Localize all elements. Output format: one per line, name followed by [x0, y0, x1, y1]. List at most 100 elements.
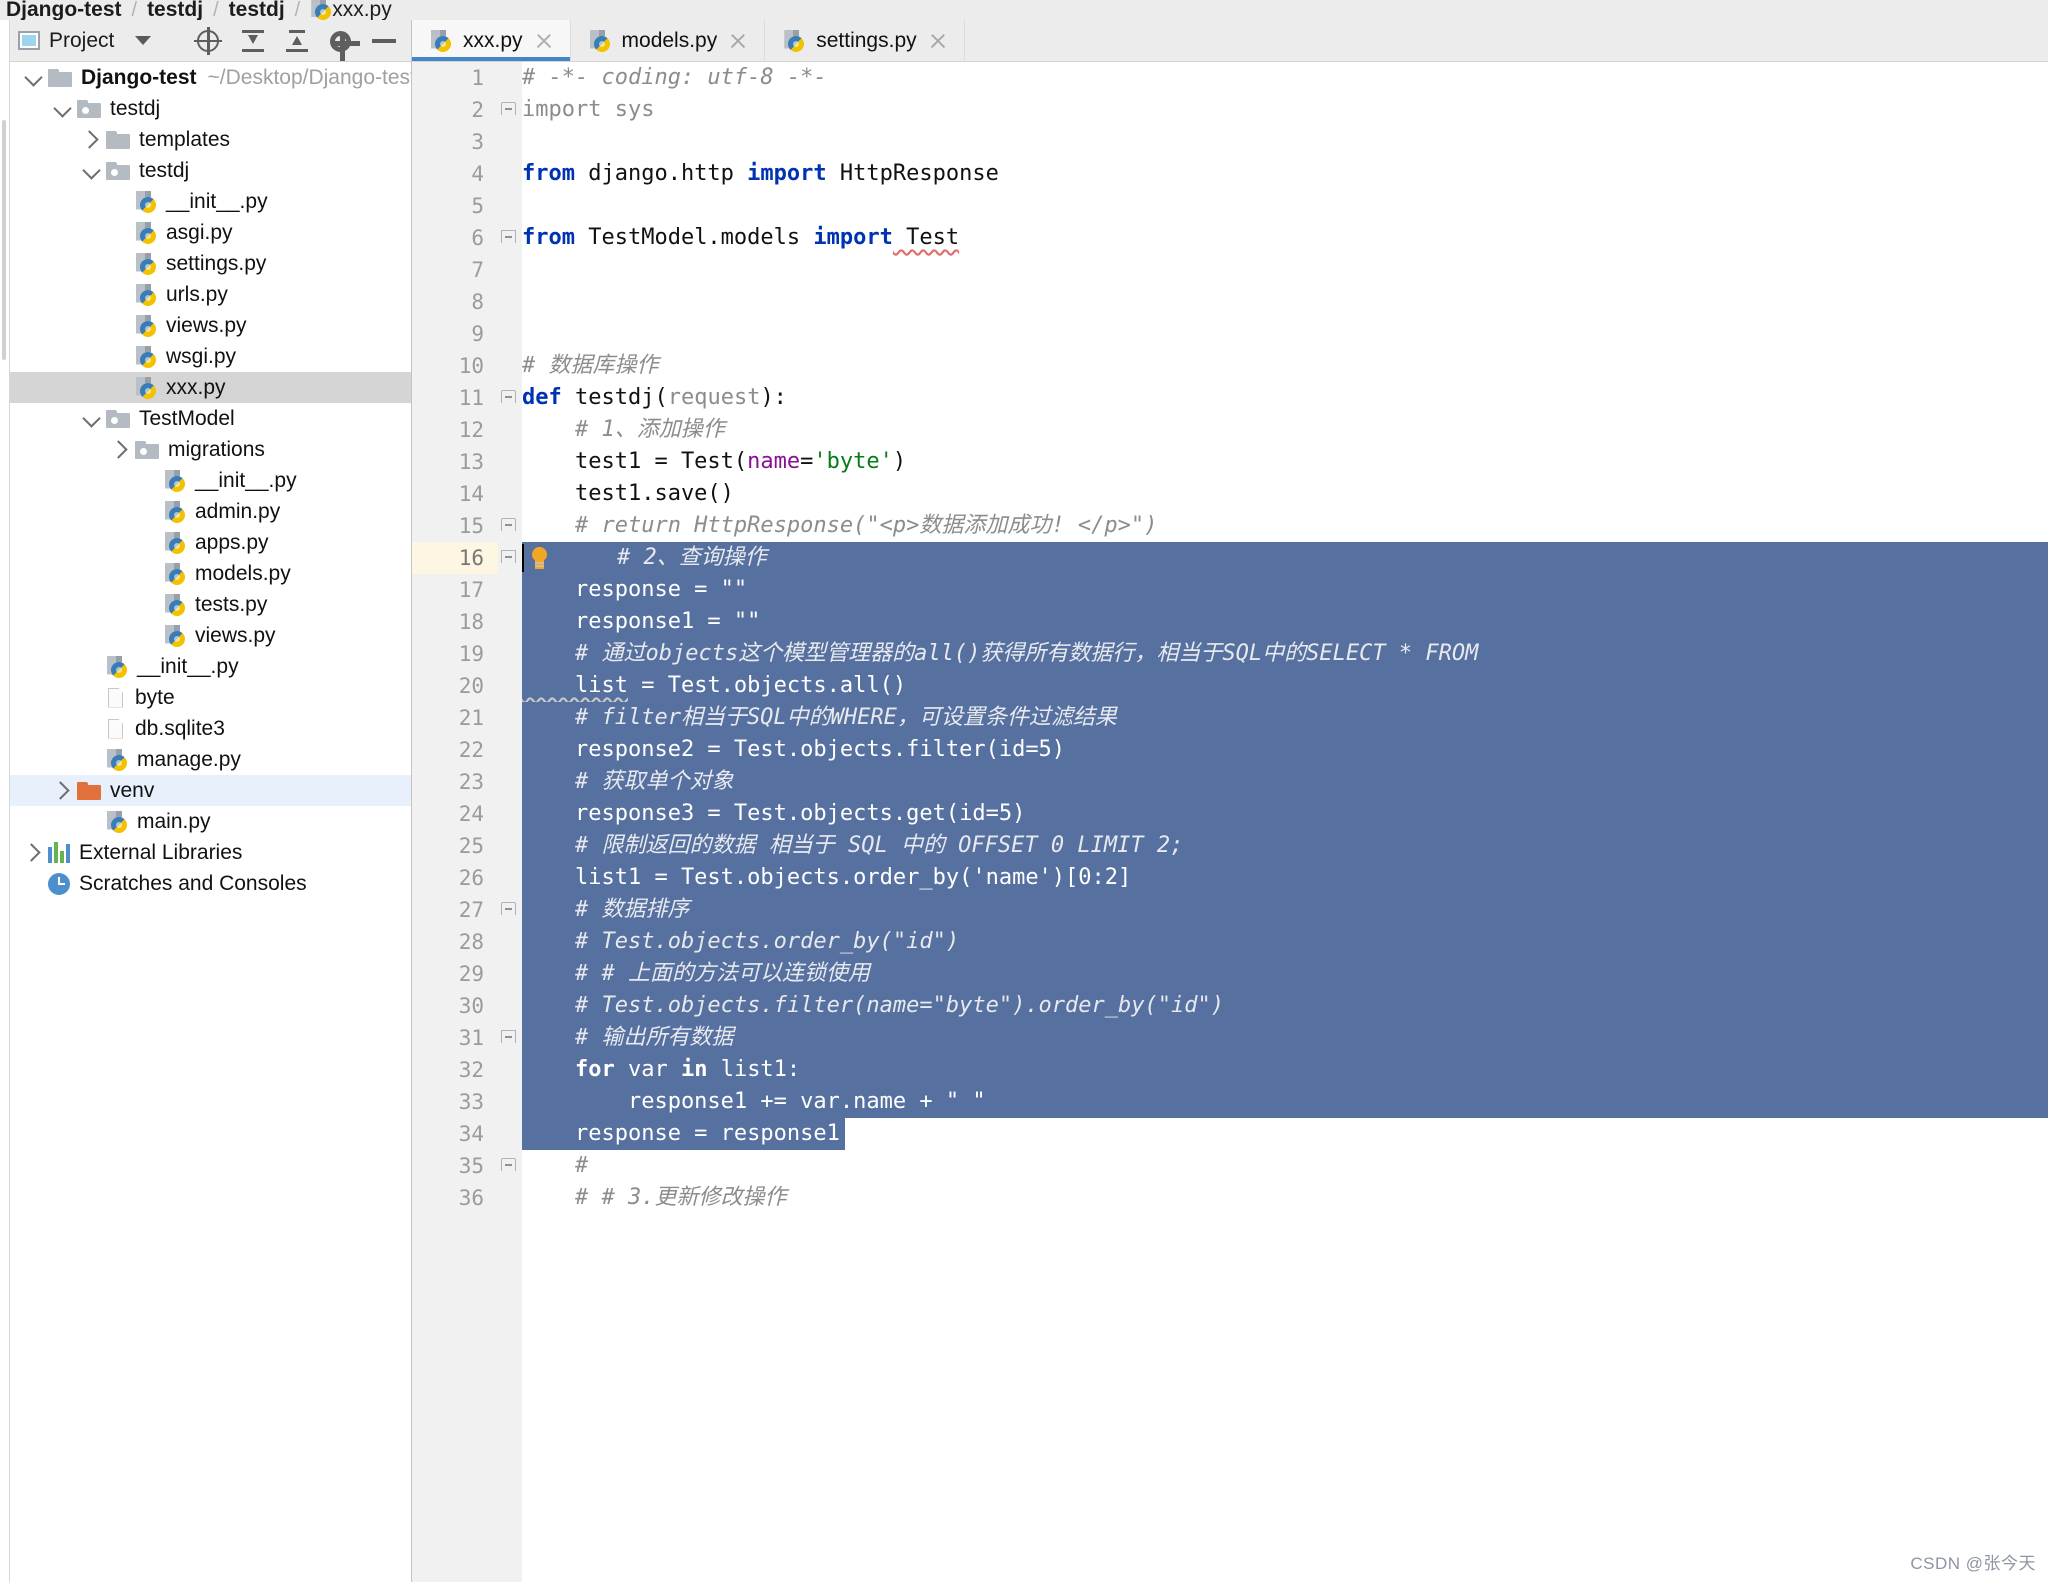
code-line[interactable]: 21 # filter相当于SQL中的WHERE，可设置条件过滤结果 [412, 702, 2048, 734]
code-line[interactable]: 4 from django.http import HttpResponse [412, 158, 2048, 190]
chevron-right-icon[interactable] [105, 434, 135, 465]
expand-all-icon[interactable] [239, 28, 265, 54]
tree-item-testdj[interactable]: testdj [10, 93, 411, 124]
chevron-right-icon[interactable] [47, 775, 77, 806]
tree-item-venv[interactable]: venv [10, 775, 411, 806]
sidebar-scrollbar[interactable] [2, 120, 6, 360]
minimize-icon[interactable] [371, 28, 397, 54]
code-line[interactable]: 29 # # 上面的方法可以连锁使用 [412, 958, 2048, 990]
tree-item-apps-py[interactable]: apps.py [10, 527, 411, 558]
breadcrumb-item-testdj-inner[interactable]: testdj [229, 0, 285, 20]
code-line[interactable]: 12 # 1、添加操作 [412, 414, 2048, 446]
chevron-right-icon[interactable] [18, 837, 48, 868]
code-line[interactable]: 31 # 输出所有数据 [412, 1022, 2048, 1054]
tree-item-byte[interactable]: byte [10, 682, 411, 713]
select-opened-file-icon[interactable] [194, 26, 222, 55]
editor-tab-settings-py[interactable]: settings.py [765, 20, 965, 61]
code-line[interactable]: 25 # 限制返回的数据 相当于 SQL 中的 OFFSET 0 LIMIT 2… [412, 830, 2048, 862]
code-line[interactable]: 10 # 数据库操作 [412, 350, 2048, 382]
code-fold-toggle-icon[interactable] [500, 549, 518, 567]
code-fold-toggle-icon[interactable] [500, 389, 518, 409]
code-line[interactable]: 16 # 2、查询操作 [412, 542, 2048, 574]
tree-item-django-test[interactable]: Django-test ~/Desktop/Django-test [10, 62, 411, 93]
chevron-down-icon[interactable] [47, 93, 77, 124]
code-line[interactable]: 13 test1 = Test(name='byte') [412, 446, 2048, 478]
code-line[interactable]: 36 # # 3.更新修改操作 [412, 1182, 2048, 1214]
code-line[interactable]: 14 test1.save() [412, 478, 2048, 510]
close-icon[interactable] [928, 31, 948, 51]
code-line[interactable]: 7 [412, 254, 2048, 286]
chevron-down-icon[interactable] [135, 36, 152, 45]
breadcrumb-item-project[interactable]: Django-test [6, 0, 122, 20]
tree-item-xxx-py[interactable]: xxx.py [10, 372, 411, 403]
code-line[interactable]: 26 list1 = Test.objects.order_by('name')… [412, 862, 2048, 894]
code-fold-toggle-icon[interactable] [500, 901, 518, 921]
code-line[interactable]: 11 def testdj(request): [412, 382, 2048, 414]
breadcrumb-item-testdj-outer[interactable]: testdj [147, 0, 203, 20]
code-line[interactable]: 18 response1 = "" [412, 606, 2048, 638]
code-line[interactable]: 5 [412, 190, 2048, 222]
code-line[interactable]: 8 [412, 286, 2048, 318]
tree-item-urls-py[interactable]: urls.py [10, 279, 411, 310]
code-line[interactable]: 3 [412, 126, 2048, 158]
tree-item-templates[interactable]: templates [10, 124, 411, 155]
tree-item-views-py[interactable]: views.py [10, 310, 411, 341]
tree-item-testmodel[interactable]: TestModel [10, 403, 411, 434]
code-line[interactable]: 23 # 获取单个对象 [412, 766, 2048, 798]
code-line[interactable]: 15 # return HttpResponse("<p>数据添加成功! </p… [412, 510, 2048, 542]
tree-item-testdj[interactable]: testdj [10, 155, 411, 186]
tree-item-scratches-and-consoles[interactable]: Scratches and Consoles [10, 868, 411, 899]
code-line[interactable]: 33 response1 += var.name + " " [412, 1086, 2048, 1118]
code-line[interactable]: 27 # 数据排序 [412, 894, 2048, 926]
tree-item-views-py[interactable]: views.py [10, 620, 411, 651]
code-fold-toggle-icon[interactable] [500, 101, 518, 121]
tree-item-main-py[interactable]: main.py [10, 806, 411, 837]
intention-bulb-icon[interactable] [530, 547, 549, 571]
tree-item-migrations[interactable]: migrations [10, 434, 411, 465]
code-line[interactable]: 20 list = Test.objects.all() [412, 670, 2048, 702]
code-line[interactable]: 32 for var in list1: [412, 1054, 2048, 1086]
code-line[interactable]: 34 response = response1 [412, 1118, 2048, 1150]
tree-item-external-libraries[interactable]: External Libraries [10, 837, 411, 868]
code-line[interactable]: 22 response2 = Test.objects.filter(id=5) [412, 734, 2048, 766]
code-fold-toggle-icon[interactable] [500, 229, 518, 247]
tree-item-settings-py[interactable]: settings.py [10, 248, 411, 279]
code-line[interactable]: 2 import sys [412, 94, 2048, 126]
tree-item-db-sqlite3[interactable]: db.sqlite3 [10, 713, 411, 744]
code-fold-toggle-icon[interactable] [500, 1029, 518, 1047]
code-line[interactable]: 6 from TestModel.models import Test [412, 222, 2048, 254]
breadcrumb-item-file[interactable]: xxx.py [332, 0, 392, 20]
tree-item--init-py[interactable]: __init__.py [10, 465, 411, 496]
tree-item--init-py[interactable]: __init__.py [10, 186, 411, 217]
code-fold-toggle-icon[interactable] [500, 517, 518, 537]
code-line[interactable]: 1 # -*- coding: utf-8 -*- [412, 62, 2048, 94]
close-icon[interactable] [728, 31, 748, 51]
tree-item-tests-py[interactable]: tests.py [10, 589, 411, 620]
code-line[interactable]: 30 # Test.objects.filter(name="byte").or… [412, 990, 2048, 1022]
chevron-right-icon[interactable] [76, 124, 106, 155]
collapse-all-icon[interactable] [283, 28, 309, 54]
code-fold-toggle-icon[interactable] [500, 1157, 518, 1177]
gear-icon[interactable] [327, 28, 360, 61]
editor-tab-xxx-py[interactable]: xxx.py [412, 20, 571, 61]
tree-item-admin-py[interactable]: admin.py [10, 496, 411, 527]
tree-item-wsgi-py[interactable]: wsgi.py [10, 341, 411, 372]
editor-tab-models-py[interactable]: models.py [570, 20, 766, 61]
code-editor[interactable]: 1 # -*- coding: utf-8 -*- 2 import sys 3 4 fro… [412, 62, 2048, 1582]
close-icon[interactable] [534, 31, 554, 51]
line-number: 13 [458, 450, 484, 474]
code-line[interactable]: 24 response3 = Test.objects.get(id=5) [412, 798, 2048, 830]
code-line[interactable]: 9 [412, 318, 2048, 350]
chevron-down-icon[interactable] [18, 62, 48, 93]
code-line[interactable]: 17 response = "" [412, 574, 2048, 606]
chevron-down-icon[interactable] [76, 403, 106, 434]
tree-item-models-py[interactable]: models.py [10, 558, 411, 589]
tree-item-manage-py[interactable]: manage.py [10, 744, 411, 775]
tree-item--init-py[interactable]: __init__.py [10, 651, 411, 682]
project-panel-title-group[interactable]: Project [18, 29, 152, 53]
tree-item-asgi-py[interactable]: asgi.py [10, 217, 411, 248]
chevron-down-icon[interactable] [76, 155, 106, 186]
code-line[interactable]: 19 # 通过objects这个模型管理器的all()获得所有数据行，相当于SQ… [412, 638, 2048, 670]
code-line[interactable]: 28 # Test.objects.order_by("id") [412, 926, 2048, 958]
code-line[interactable]: 35 # [412, 1150, 2048, 1182]
